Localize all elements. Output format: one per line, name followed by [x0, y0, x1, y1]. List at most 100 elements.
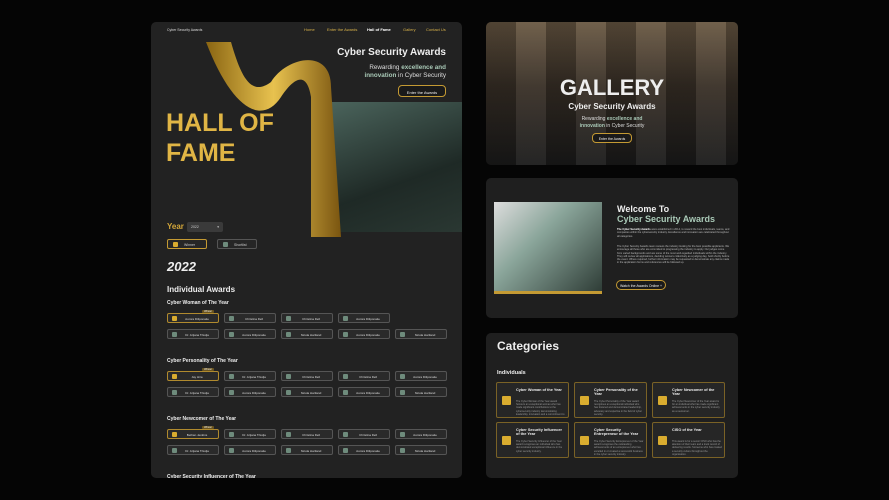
award-category-title: Cyber Personality of The Year — [167, 358, 238, 364]
category-card[interactable]: CISO of the Year This award is for a seni… — [652, 422, 725, 458]
nominee-chip[interactable]: Aurora Diliponaite — [338, 387, 390, 397]
category-card-description: The Cyber Security Entrepreneur of the Y… — [594, 440, 644, 456]
hall-of-fame-heading: HALL OF FAME — [166, 109, 274, 167]
nominee-name: Christina Dell — [302, 317, 320, 321]
nominee-name: Dr. Arijana Trkulja — [185, 449, 209, 453]
shield-badge-icon — [502, 396, 511, 405]
shield-badge-icon — [658, 396, 667, 405]
gallery-page: GALLERY Cyber Security Awards Rewarding … — [486, 22, 738, 165]
nominee-chip[interactable]: Aurora Diliponaite — [395, 429, 447, 439]
shield-badge-icon — [580, 396, 589, 405]
category-card-title: CISO of the Year — [672, 428, 702, 432]
award-category-title: Cyber Newcomer of The Year — [167, 416, 237, 422]
winner-badge-icon — [172, 432, 177, 437]
nominee-name: Christina Dell — [302, 433, 320, 437]
nominee-chip[interactable]: Dr. Arijana Trkulja — [224, 429, 276, 439]
nominee-chip[interactable]: Dr. Arijana Trkulja — [167, 329, 219, 339]
nominee-chip[interactable]: Nicola Hartland — [395, 329, 447, 339]
shortlist-badge-icon — [286, 390, 291, 395]
category-card-description: The Cyber Personality of the Year award … — [594, 400, 642, 416]
trophies-image — [331, 102, 462, 232]
nav-enter-awards[interactable]: Enter the Awards — [327, 27, 357, 32]
category-card[interactable]: Cyber Newcomer of the Year The Cyber Newc… — [652, 382, 725, 418]
nominee-name: Aurora Diliponaite — [356, 317, 380, 321]
nominee-chip[interactable]: Nicola Hartland — [395, 387, 447, 397]
nominee-chip[interactable]: Aurora Diliponaite — [224, 329, 276, 339]
nominee-chip[interactable]: Christina Dell — [338, 429, 390, 439]
nominee-chip[interactable]: Christina Dell — [338, 371, 390, 381]
nominee-chip[interactable]: Aurora Diliponaite — [338, 445, 390, 455]
nominee-name: Aurora Diliponaite — [242, 391, 266, 395]
year-heading: 2022 — [167, 259, 196, 274]
hero-title: Cyber Security Awards — [337, 47, 446, 58]
winner-chip[interactable]: Jay Hira Winner — [167, 368, 219, 381]
nominee-name: Aurora Diliponaite — [242, 449, 266, 453]
nominee-name: Nicola Hartland — [300, 449, 322, 453]
shortlist-badge-icon — [229, 374, 234, 379]
nominee-chip[interactable]: Aurora Diliponaite — [395, 371, 447, 381]
shortlist-badge-icon — [172, 448, 177, 453]
nav-hall-of-fame[interactable]: Hall of Fame — [367, 27, 391, 32]
gallery-tagline: Rewarding excellence and innovation in Cy… — [579, 116, 645, 129]
enter-awards-button[interactable]: Enter the Awards — [398, 85, 446, 97]
shortlist-badge-icon — [400, 432, 405, 437]
nominee-chip[interactable]: Aurora Diliponaite — [224, 387, 276, 397]
nominee-chip[interactable]: Aurora Diliponaite — [338, 313, 390, 323]
nominee-chip[interactable]: Dr. Arijana Trkulja — [167, 387, 219, 397]
category-card[interactable]: Cyber Woman of the Year The Cyber Woman o… — [496, 382, 569, 418]
nominee-chip[interactable]: Christina Dell — [281, 371, 333, 381]
watch-online-button[interactable]: Watch the Awards Online + — [616, 280, 666, 290]
welcome-subheading: Cyber Security Awards — [617, 214, 716, 224]
welcome-paragraph-1: The Cyber Security Awards were establish… — [617, 228, 730, 238]
nav-gallery[interactable]: Gallery — [403, 27, 416, 32]
nominee-name: Aurora Diliponaite — [356, 333, 380, 337]
category-card[interactable]: Cyber Security Entrepreneur of the Year T… — [574, 422, 647, 458]
nominee-chip[interactable]: Dr. Arijana Trkulja — [167, 445, 219, 455]
gallery-title: GALLERY — [559, 75, 665, 100]
nav-contact[interactable]: Contact Us — [426, 27, 446, 32]
category-card-title: Cyber Security Influencer of the Year — [516, 428, 563, 436]
nominee-chip[interactable]: Nicola Hartland — [395, 445, 447, 455]
shield-badge-icon — [658, 436, 667, 445]
nominee-name: Aurora Diliponaite — [242, 333, 266, 337]
nominee-chip[interactable]: Nicola Hartland — [281, 445, 333, 455]
category-card[interactable]: Cyber Security Influencer of the Year The… — [496, 422, 569, 458]
winner-chip[interactable]: Aurora Diliponaite Winner — [167, 310, 219, 323]
categories-page: Categories Individuals Cyber Woman of th… — [486, 333, 738, 478]
shortlist-badge-icon — [343, 448, 348, 453]
nominee-chip[interactable]: Christina Dell — [281, 429, 333, 439]
nominee-name: Jay Hira — [191, 375, 203, 379]
nominee-chip[interactable]: Aurora Diliponaite — [338, 329, 390, 339]
winner-chip[interactable]: Bethan Jenkins Winner — [167, 426, 219, 439]
nominee-name: Nicola Hartland — [414, 333, 436, 337]
shortlist-badge-icon — [286, 432, 291, 437]
nominee-name: Nicola Hartland — [300, 391, 322, 395]
award-category-title: Cyber Woman of The Year — [167, 300, 229, 306]
nav-home[interactable]: Home — [304, 27, 315, 32]
shortlist-badge-icon — [229, 332, 234, 337]
section-heading: Individual Awards — [167, 285, 236, 294]
gallery-enter-button[interactable]: Enter the Awards — [592, 133, 632, 143]
winner-badge-icon — [172, 374, 177, 379]
nominee-chip[interactable]: Aurora Diliponaite — [224, 445, 276, 455]
category-card-description: This award is for a senior CISO who has … — [672, 440, 722, 456]
winner-badge-icon — [172, 316, 177, 321]
winner-tag: Winner — [202, 426, 214, 429]
brand-logo[interactable]: Cyber Security Awards — [167, 28, 202, 32]
winner-badge-icon — [173, 242, 178, 247]
shortlist-badge-icon — [229, 390, 234, 395]
nominee-chip[interactable]: Christina Dell — [281, 313, 333, 323]
award-category-title: Cyber Security Influencer of The Year — [167, 474, 256, 478]
nominee-chip[interactable]: Dr. Arijana Trkulja — [224, 371, 276, 381]
nominee-chip[interactable]: Christina Dell — [224, 313, 276, 323]
nominee-name: Aurora Diliponaite — [185, 317, 209, 321]
nominee-name: Dr. Arijana Trkulja — [185, 391, 209, 395]
hall-of-fame-page: Cyber Security Awards Home Enter the Awa… — [151, 22, 462, 478]
nominee-chip[interactable]: Nicola Hartland — [281, 329, 333, 339]
nominee-name: Bethan Jenkins — [186, 433, 208, 437]
category-card[interactable]: Cyber Personality of the Year The Cyber P… — [574, 382, 647, 418]
year-select[interactable]: 2022 ▾ — [187, 222, 223, 232]
nominee-name: Aurora Diliponaite — [413, 375, 437, 379]
shortlist-badge-icon — [400, 448, 405, 453]
nominee-chip[interactable]: Nicola Hartland — [281, 387, 333, 397]
